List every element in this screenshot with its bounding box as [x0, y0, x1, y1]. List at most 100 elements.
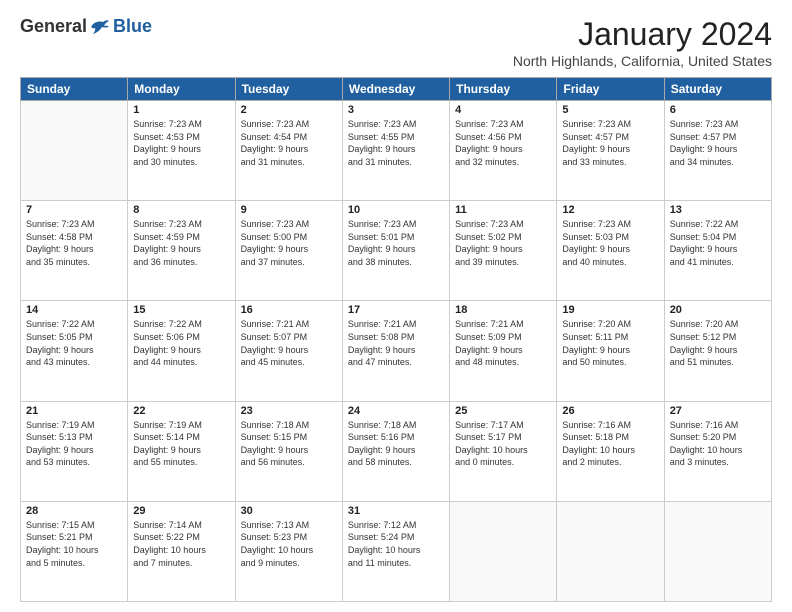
calendar-cell: 21Sunrise: 7:19 AM Sunset: 5:13 PM Dayli… [21, 401, 128, 501]
day-number: 29 [133, 505, 229, 517]
day-info: Sunrise: 7:14 AM Sunset: 5:22 PM Dayligh… [133, 519, 229, 569]
calendar-week-row: 21Sunrise: 7:19 AM Sunset: 5:13 PM Dayli… [21, 401, 772, 501]
day-info: Sunrise: 7:23 AM Sunset: 4:54 PM Dayligh… [241, 118, 337, 168]
day-info: Sunrise: 7:18 AM Sunset: 5:15 PM Dayligh… [241, 419, 337, 469]
calendar-cell: 14 Sunrise: 7:22 AM Sunset: 5:05 PM Dayli… [21, 301, 128, 401]
day-info: Sunrise: 7:21 AM Sunset: 5:07 PM Dayligh… [241, 318, 337, 368]
day-number: 31 [348, 505, 444, 517]
day-info: Sunrise: 7:23 AM Sunset: 4:56 PM Dayligh… [455, 118, 551, 168]
day-number: 18 [455, 304, 551, 316]
weekday-header-row: SundayMondayTuesdayWednesdayThursdayFrid… [21, 78, 772, 101]
calendar-cell: 12 Sunrise: 7:23 AM Sunset: 5:03 PM Dayli… [557, 201, 664, 301]
day-number: 27 [670, 405, 766, 417]
calendar-cell: 23 Sunrise: 7:18 AM Sunset: 5:15 PM Dayli… [235, 401, 342, 501]
calendar-cell: 19Sunrise: 7:20 AM Sunset: 5:11 PM Dayli… [557, 301, 664, 401]
day-info: Sunrise: 7:23 AM Sunset: 4:59 PM Dayligh… [133, 218, 229, 268]
day-number: 22 [133, 405, 229, 417]
calendar-cell: 13 Sunrise: 7:22 AM Sunset: 5:04 PM Dayli… [664, 201, 771, 301]
calendar-cell [21, 101, 128, 201]
day-info: Sunrise: 7:15 AM Sunset: 5:21 PM Dayligh… [26, 519, 122, 569]
month-title: January 2024 [513, 16, 772, 53]
calendar-cell: 8 Sunrise: 7:23 AM Sunset: 4:59 PM Daylig… [128, 201, 235, 301]
calendar-cell: 7 Sunrise: 7:23 AM Sunset: 4:58 PM Daylig… [21, 201, 128, 301]
day-number: 2 [241, 104, 337, 116]
logo-general-text: General [20, 16, 87, 37]
day-number: 14 [26, 304, 122, 316]
calendar-cell: 3 Sunrise: 7:23 AM Sunset: 4:55 PM Daylig… [342, 101, 449, 201]
weekday-header-wednesday: Wednesday [342, 78, 449, 101]
weekday-header-sunday: Sunday [21, 78, 128, 101]
day-number: 26 [562, 405, 658, 417]
calendar-cell: 29 Sunrise: 7:14 AM Sunset: 5:22 PM Dayli… [128, 501, 235, 601]
calendar-cell: 27 Sunrise: 7:16 AM Sunset: 5:20 PM Dayli… [664, 401, 771, 501]
day-info: Sunrise: 7:23 AM Sunset: 4:57 PM Dayligh… [562, 118, 658, 168]
calendar-cell: 6 Sunrise: 7:23 AM Sunset: 4:57 PM Daylig… [664, 101, 771, 201]
page: General Blue January 2024 North Highland… [0, 0, 792, 612]
day-number: 6 [670, 104, 766, 116]
weekday-header-thursday: Thursday [450, 78, 557, 101]
day-info: Sunrise: 7:16 AM Sunset: 5:18 PM Dayligh… [562, 419, 658, 469]
day-info: Sunrise: 7:17 AM Sunset: 5:17 PM Dayligh… [455, 419, 551, 469]
calendar-cell: 26 Sunrise: 7:16 AM Sunset: 5:18 PM Dayli… [557, 401, 664, 501]
calendar-cell: 28 Sunrise: 7:15 AM Sunset: 5:21 PM Dayli… [21, 501, 128, 601]
header: General Blue January 2024 North Highland… [20, 16, 772, 69]
calendar-week-row: 7 Sunrise: 7:23 AM Sunset: 4:58 PM Daylig… [21, 201, 772, 301]
weekday-header-saturday: Saturday [664, 78, 771, 101]
calendar-cell: 20Sunrise: 7:20 AM Sunset: 5:12 PM Dayli… [664, 301, 771, 401]
logo-area: General Blue [20, 16, 152, 37]
day-info: Sunrise: 7:18 AM Sunset: 5:16 PM Dayligh… [348, 419, 444, 469]
calendar-week-row: 14 Sunrise: 7:22 AM Sunset: 5:05 PM Dayli… [21, 301, 772, 401]
calendar-cell: 9 Sunrise: 7:23 AM Sunset: 5:00 PM Daylig… [235, 201, 342, 301]
day-number: 25 [455, 405, 551, 417]
day-info: Sunrise: 7:23 AM Sunset: 5:01 PM Dayligh… [348, 218, 444, 268]
day-number: 16 [241, 304, 337, 316]
day-info: Sunrise: 7:22 AM Sunset: 5:06 PM Dayligh… [133, 318, 229, 368]
day-number: 23 [241, 405, 337, 417]
calendar-cell: 17 Sunrise: 7:21 AM Sunset: 5:08 PM Dayli… [342, 301, 449, 401]
logo-blue-text: Blue [113, 16, 152, 37]
day-number: 13 [670, 204, 766, 216]
day-info: Sunrise: 7:12 AM Sunset: 5:24 PM Dayligh… [348, 519, 444, 569]
calendar-cell: 30Sunrise: 7:13 AM Sunset: 5:23 PM Dayli… [235, 501, 342, 601]
day-number: 28 [26, 505, 122, 517]
day-info: Sunrise: 7:21 AM Sunset: 5:09 PM Dayligh… [455, 318, 551, 368]
day-info: Sunrise: 7:23 AM Sunset: 4:57 PM Dayligh… [670, 118, 766, 168]
calendar-cell: 22 Sunrise: 7:19 AM Sunset: 5:14 PM Dayli… [128, 401, 235, 501]
weekday-header-friday: Friday [557, 78, 664, 101]
day-number: 12 [562, 204, 658, 216]
day-number: 15 [133, 304, 229, 316]
calendar-cell: 2 Sunrise: 7:23 AM Sunset: 4:54 PM Daylig… [235, 101, 342, 201]
calendar-cell: 15 Sunrise: 7:22 AM Sunset: 5:06 PM Dayli… [128, 301, 235, 401]
calendar-cell [557, 501, 664, 601]
calendar-cell: 25 Sunrise: 7:17 AM Sunset: 5:17 PM Dayli… [450, 401, 557, 501]
day-info: Sunrise: 7:23 AM Sunset: 5:02 PM Dayligh… [455, 218, 551, 268]
calendar-cell [664, 501, 771, 601]
calendar-week-row: 28 Sunrise: 7:15 AM Sunset: 5:21 PM Dayli… [21, 501, 772, 601]
day-number: 21 [26, 405, 122, 417]
day-info: Sunrise: 7:23 AM Sunset: 4:55 PM Dayligh… [348, 118, 444, 168]
day-number: 11 [455, 204, 551, 216]
day-info: Sunrise: 7:22 AM Sunset: 5:05 PM Dayligh… [26, 318, 122, 368]
day-info: Sunrise: 7:22 AM Sunset: 5:04 PM Dayligh… [670, 218, 766, 268]
day-number: 9 [241, 204, 337, 216]
calendar-cell: 24Sunrise: 7:18 AM Sunset: 5:16 PM Dayli… [342, 401, 449, 501]
logo-bird-icon [89, 18, 111, 36]
location-title: North Highlands, California, United Stat… [513, 53, 772, 69]
day-number: 17 [348, 304, 444, 316]
day-number: 10 [348, 204, 444, 216]
calendar-cell: 5Sunrise: 7:23 AM Sunset: 4:57 PM Daylig… [557, 101, 664, 201]
logo: General Blue [20, 16, 152, 37]
day-number: 8 [133, 204, 229, 216]
day-number: 7 [26, 204, 122, 216]
day-info: Sunrise: 7:23 AM Sunset: 4:53 PM Dayligh… [133, 118, 229, 168]
day-info: Sunrise: 7:21 AM Sunset: 5:08 PM Dayligh… [348, 318, 444, 368]
day-info: Sunrise: 7:23 AM Sunset: 4:58 PM Dayligh… [26, 218, 122, 268]
day-info: Sunrise: 7:23 AM Sunset: 5:00 PM Dayligh… [241, 218, 337, 268]
day-info: Sunrise: 7:13 AM Sunset: 5:23 PM Dayligh… [241, 519, 337, 569]
day-number: 3 [348, 104, 444, 116]
day-info: Sunrise: 7:16 AM Sunset: 5:20 PM Dayligh… [670, 419, 766, 469]
day-info: Sunrise: 7:23 AM Sunset: 5:03 PM Dayligh… [562, 218, 658, 268]
weekday-header-monday: Monday [128, 78, 235, 101]
day-info: Sunrise: 7:19 AM Sunset: 5:14 PM Dayligh… [133, 419, 229, 469]
calendar-cell: 1Sunrise: 7:23 AM Sunset: 4:53 PM Daylig… [128, 101, 235, 201]
